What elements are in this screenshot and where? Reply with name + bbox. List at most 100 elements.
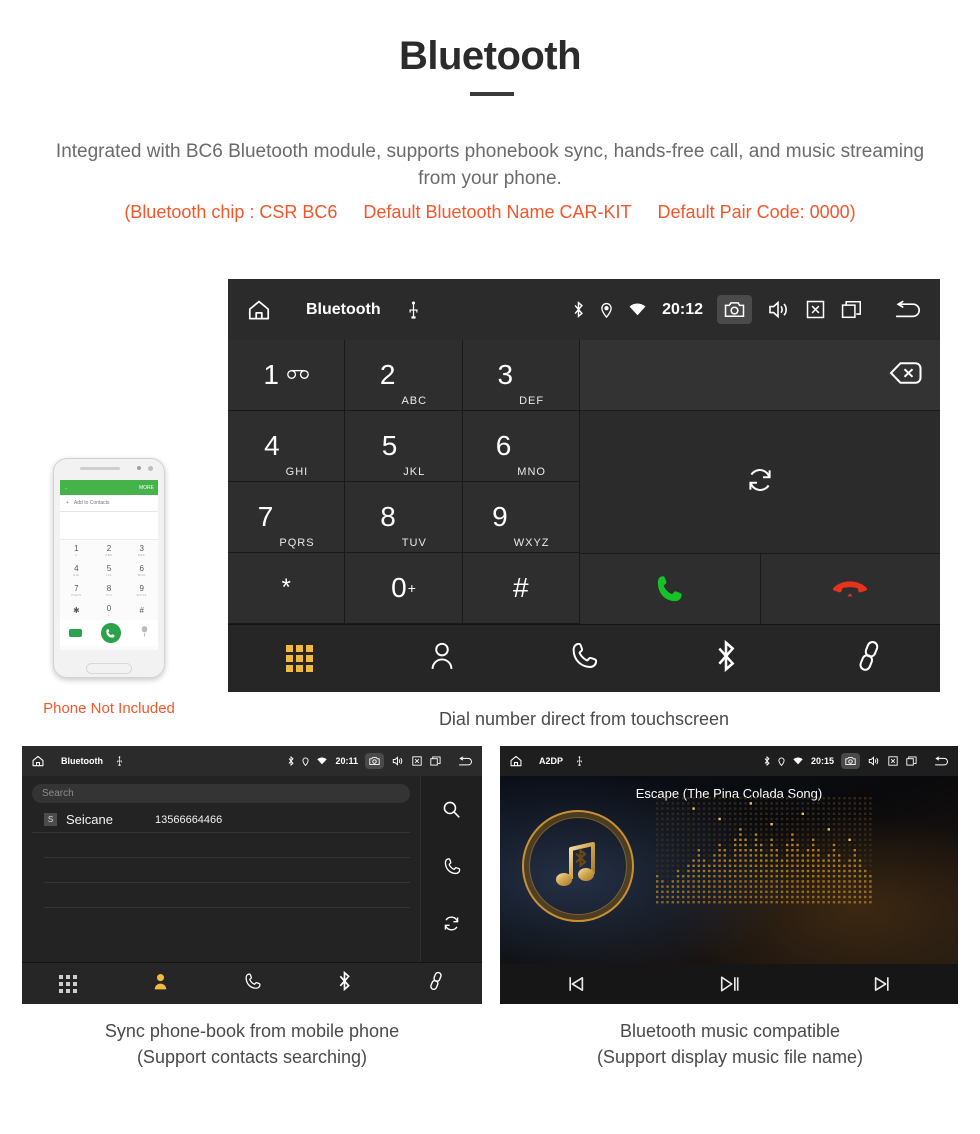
previous-track-button[interactable] [500, 974, 653, 994]
dialpad-right-column [580, 340, 940, 624]
phone-key-7-sub: PQRS [71, 592, 82, 597]
phone-icon [244, 972, 261, 996]
hangup-button[interactable] [759, 554, 940, 624]
voicemail-icon [287, 366, 309, 384]
back-icon[interactable] [457, 756, 473, 767]
close-icon[interactable] [806, 300, 825, 319]
back-icon[interactable] [892, 300, 922, 320]
phone-key-2-label: 2 [106, 543, 112, 553]
main-screen-title: Bluetooth [306, 300, 381, 318]
recents-icon[interactable] [906, 756, 917, 766]
tab-call-log[interactable] [513, 625, 655, 692]
home-icon[interactable] [31, 754, 45, 768]
list-item[interactable]: S Seicane 13566664466 [32, 807, 410, 833]
phone-key-7: 7 PQRS [60, 580, 93, 600]
back-icon[interactable] [933, 756, 949, 767]
key-4-label: 4 [264, 430, 280, 461]
contacts-body: Search S Seicane 13566664466 [22, 776, 482, 962]
key-2-letters: ABC [401, 395, 428, 407]
play-pause-button[interactable] [653, 974, 806, 994]
phone-key-6-sub: MNO [137, 572, 146, 577]
tab-contacts[interactable] [114, 963, 206, 1004]
phone-action-row [60, 620, 158, 646]
phone-key-star-label: ✱ [72, 605, 80, 615]
phone-key-8: 8 TUV [93, 580, 126, 600]
usb-icon [576, 756, 583, 766]
key-5[interactable]: 5 JKL [345, 411, 463, 482]
next-track-button[interactable] [805, 974, 958, 994]
camera-icon[interactable] [365, 753, 384, 769]
music-body: Escape (The Pina Colada Song) [500, 776, 958, 964]
volume-icon[interactable] [868, 756, 880, 766]
usb-icon [116, 756, 123, 766]
phone-key-4: 4 GHI [60, 560, 93, 580]
phone-icon[interactable] [443, 857, 461, 881]
phone-key-1-label: 1 [74, 543, 79, 553]
key-6-letters: MNO [517, 466, 546, 478]
camera-icon[interactable] [717, 295, 752, 324]
key-3-letters: DEF [519, 395, 545, 407]
contacts-icon [152, 972, 169, 996]
phone-key-9: 9 WXYZ [125, 580, 158, 600]
recents-icon[interactable] [430, 756, 441, 766]
sync-area[interactable] [580, 411, 940, 554]
tab-dialpad[interactable] [228, 625, 370, 692]
dial-actions [580, 554, 940, 624]
music-controls [500, 964, 958, 1004]
search-input[interactable]: Search [32, 784, 410, 803]
call-button[interactable] [580, 554, 760, 624]
key-4[interactable]: 4 GHI [228, 411, 346, 482]
key-8-label: 8 [380, 501, 396, 532]
phone-key-3-sub: DEF [138, 552, 146, 557]
volume-icon[interactable] [392, 756, 404, 766]
sync-icon[interactable] [442, 914, 461, 938]
tab-pair[interactable] [390, 963, 482, 1004]
tab-call-log[interactable] [206, 963, 298, 1004]
key-8[interactable]: 8 TUV [345, 482, 463, 553]
key-7[interactable]: 7 PQRS [228, 482, 346, 553]
key-0-plus: + [407, 580, 416, 596]
tab-pair[interactable] [798, 625, 940, 692]
tab-bluetooth[interactable] [298, 963, 390, 1004]
contacts-screen: Bluetooth 20:11 Search S Seicane 1356666… [22, 746, 482, 1004]
close-icon[interactable] [888, 756, 898, 766]
sync-icon[interactable] [745, 465, 775, 500]
plus-icon: + [66, 500, 69, 506]
wifi-icon [629, 303, 646, 316]
music-screen-title: A2DP [539, 756, 564, 766]
volume-icon[interactable] [768, 300, 790, 319]
key-1[interactable]: 1 [228, 340, 346, 411]
phone-mockup: ← MORE + Add to Contacts 1 ∞ 2 ABC 3 DEF 4G… [53, 458, 165, 678]
bluetooth-icon [573, 301, 584, 318]
key-star[interactable]: * [228, 553, 346, 624]
contacts-caption: Sync phone-book from mobile phone (Suppo… [22, 1018, 482, 1070]
home-icon[interactable] [509, 754, 523, 768]
key-2[interactable]: 2 ABC [345, 340, 463, 411]
camera-icon[interactable] [841, 753, 860, 769]
dial-number-input[interactable] [580, 340, 940, 411]
main-tabbar [228, 624, 940, 692]
page-title: Bluetooth [398, 34, 582, 78]
key-6[interactable]: 6 MNO [462, 411, 580, 482]
key-3[interactable]: 3 DEF [462, 340, 580, 411]
intro-paragraph: Integrated with BC6 Bluetooth module, su… [55, 141, 925, 189]
key-9[interactable]: 9 WXYZ [462, 482, 580, 553]
phone-key-4-label: 4 [74, 563, 79, 573]
phone-key-8-sub: TUV [105, 592, 113, 597]
tab-contacts[interactable] [370, 625, 512, 692]
tab-bluetooth[interactable] [655, 625, 797, 692]
key-3-label: 3 [497, 359, 514, 390]
link-icon [854, 640, 884, 677]
home-icon[interactable] [246, 297, 272, 323]
tab-dialpad[interactable] [22, 963, 114, 1004]
key-0[interactable]: 0 + [345, 553, 463, 624]
phone-screen: ← MORE + Add to Contacts 1 ∞ 2 ABC 3 DEF 4G… [60, 480, 158, 650]
key-hash[interactable]: # [462, 553, 580, 624]
key-9-label: 9 [492, 501, 508, 532]
recents-icon[interactable] [841, 300, 862, 319]
phone-call-button [100, 623, 121, 643]
search-icon[interactable] [442, 800, 461, 824]
close-icon[interactable] [412, 756, 422, 766]
backspace-icon[interactable] [878, 360, 922, 391]
wifi-icon [793, 757, 803, 765]
